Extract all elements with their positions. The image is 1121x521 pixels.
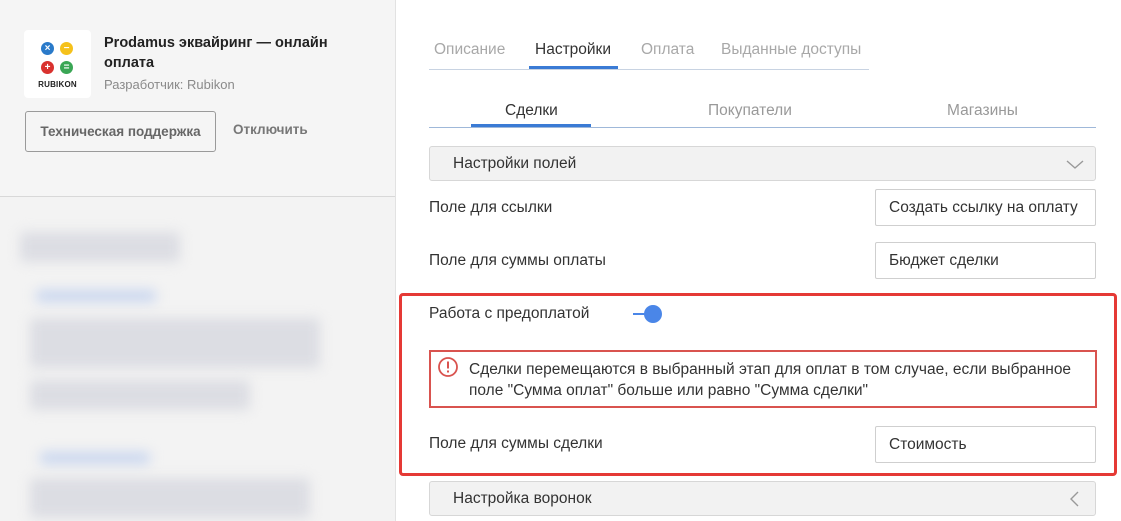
active-tab-indicator: [529, 66, 618, 69]
tab-issued-access[interactable]: Выданные доступы: [721, 41, 861, 59]
app-card: × − + = RUBIKON Prodamus эквайринг — онл…: [0, 0, 395, 197]
logo-brand-text: RUBIKON: [38, 80, 77, 89]
blurred-content: [40, 452, 150, 464]
app-sidebar: × − + = RUBIKON Prodamus эквайринг — онл…: [0, 0, 396, 521]
blurred-content: [30, 380, 250, 410]
link-field-select[interactable]: Создать ссылку на оплату: [875, 189, 1096, 226]
highlight-frame: [399, 293, 1117, 476]
app-logo: × − + = RUBIKON: [24, 30, 91, 98]
accordion-label: Настройки полей: [453, 155, 577, 172]
app-title: Prodamus эквайринг — онлайн оплата: [104, 35, 328, 71]
multiply-icon: ×: [41, 42, 54, 55]
blurred-content: [20, 232, 180, 262]
tab-settings[interactable]: Настройки: [535, 41, 611, 59]
chevron-left-icon: [1070, 491, 1079, 507]
fields-settings-accordion[interactable]: Настройки полей: [429, 146, 1096, 181]
link-field-label: Поле для ссылки: [429, 199, 553, 216]
subtab-shops[interactable]: Магазины: [947, 102, 1018, 120]
subtab-deals[interactable]: Сделки: [505, 102, 558, 120]
accordion-label: Настройка воронок: [453, 490, 592, 507]
active-subtab-indicator: [471, 124, 591, 127]
main-tabs: Описание Настройки Оплата Выданные досту…: [429, 38, 869, 70]
equals-icon: =: [60, 61, 73, 74]
blurred-content: [36, 290, 156, 302]
payment-sum-label: Поле для суммы оплаты: [429, 252, 606, 269]
chevron-down-icon: [1066, 160, 1084, 169]
payment-sum-select[interactable]: Бюджет сделки: [875, 242, 1096, 279]
blurred-content: [30, 318, 320, 368]
settings-subtabs: Сделки Покупатели Магазины: [429, 96, 1096, 128]
minus-icon: −: [60, 42, 73, 55]
funnels-settings-accordion[interactable]: Настройка воронок: [429, 481, 1096, 516]
tab-description[interactable]: Описание: [434, 41, 505, 59]
disable-link[interactable]: Отключить: [233, 122, 308, 137]
blurred-content: [30, 478, 310, 518]
plus-icon: +: [41, 61, 54, 74]
tab-payment[interactable]: Оплата: [641, 41, 694, 59]
app-developer: Разработчик: Rubikon: [104, 77, 235, 92]
support-button[interactable]: Техническая поддержка: [25, 111, 216, 152]
subtab-customers[interactable]: Покупатели: [708, 102, 792, 120]
